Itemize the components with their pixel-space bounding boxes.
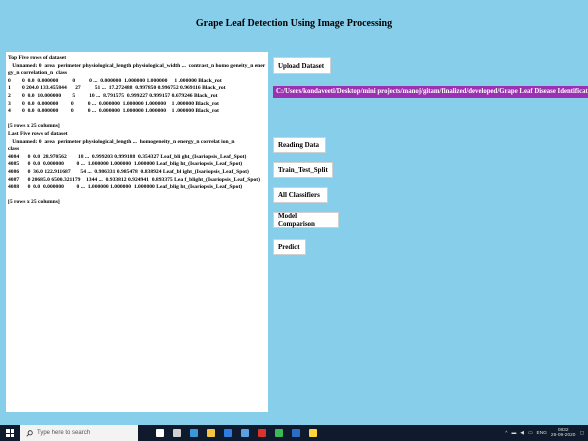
clock-date: 26-09-2020	[550, 433, 576, 438]
search-icon	[26, 429, 33, 437]
app-red-icon[interactable]	[258, 429, 266, 437]
cortana-icon[interactable]	[156, 429, 164, 437]
taskbar-app-icons	[156, 429, 317, 437]
windows-icon	[6, 429, 14, 437]
output-text: Top Five rows of dataset Unnamed: 0 area…	[8, 55, 266, 206]
app-blue-icon[interactable]	[292, 429, 300, 437]
output-text-area[interactable]: Top Five rows of dataset Unnamed: 0 area…	[6, 52, 268, 412]
store-icon[interactable]	[224, 429, 232, 437]
chrome-icon[interactable]	[275, 429, 283, 437]
volume-icon[interactable]: ◀	[520, 431, 524, 436]
all-classifiers-button[interactable]: All Classifiers	[273, 187, 328, 203]
python-icon[interactable]	[309, 429, 317, 437]
train-test-split-button[interactable]: Train_Test_Split	[273, 162, 333, 178]
window-title: Grape Leaf Detection Using Image Process…	[195, 18, 393, 29]
battery-icon[interactable]: ▭	[528, 431, 533, 436]
edge-icon[interactable]	[190, 429, 198, 437]
model-comparison-button[interactable]: Model Comparison	[273, 212, 339, 228]
predict-button[interactable]: Predict	[273, 239, 306, 255]
mail-icon[interactable]	[241, 429, 249, 437]
search-placeholder: Type here to search	[37, 430, 91, 436]
reading-data-button[interactable]: Reading Data	[273, 137, 326, 153]
language-indicator[interactable]: ENG	[537, 431, 547, 436]
notification-icon[interactable]: ▢	[579, 431, 584, 436]
chevron-up-icon[interactable]: ^	[505, 431, 507, 436]
taskbar: Type here to search ^ ▬ ◀ ▭ ENG 0832 26-…	[0, 425, 588, 441]
dataset-path-label: C:/Users/kondaveeti/Desktop/mini project…	[273, 86, 588, 98]
upload-dataset-button[interactable]: Upload Dataset	[273, 57, 331, 74]
system-tray: ^ ▬ ◀ ▭ ENG 0832 26-09-2020 ▢	[505, 428, 588, 439]
task-view-icon[interactable]	[173, 429, 181, 437]
taskbar-search[interactable]: Type here to search	[20, 425, 138, 441]
clock[interactable]: 0832 26-09-2020	[551, 428, 576, 439]
file-explorer-icon[interactable]	[207, 429, 215, 437]
network-icon[interactable]: ▬	[511, 431, 516, 436]
start-button[interactable]	[0, 425, 20, 441]
